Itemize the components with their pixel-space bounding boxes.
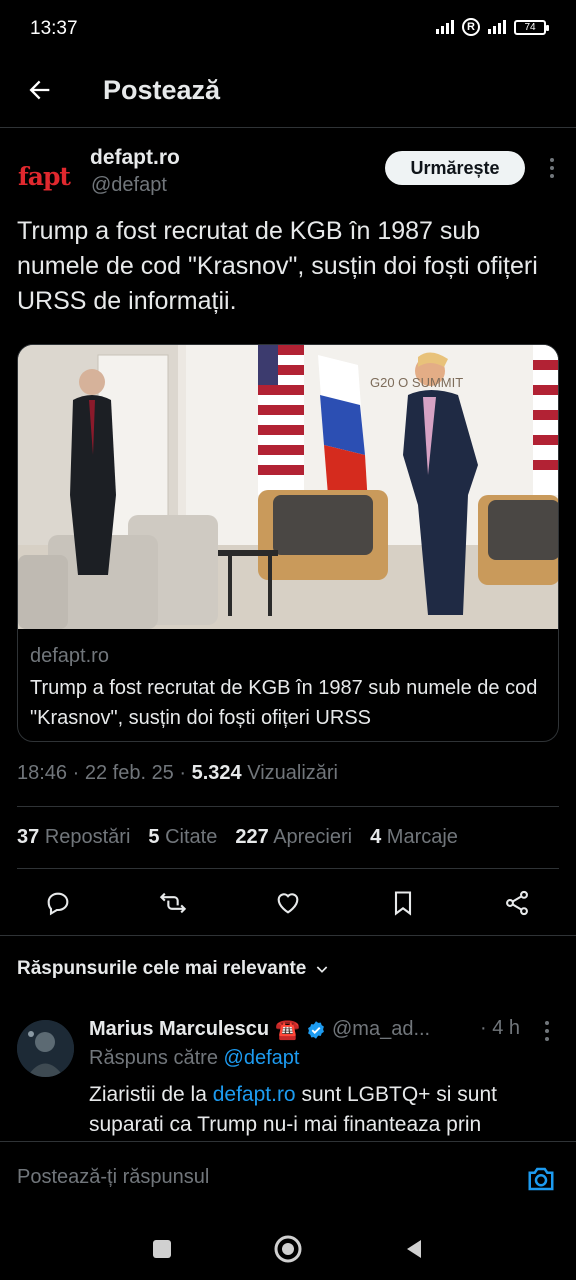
replies-sort-label: Răspunsurile cele mai relevante [17, 958, 307, 979]
share-icon [506, 890, 528, 916]
status-icons: R 74 [436, 18, 549, 36]
android-navbar [0, 1219, 576, 1280]
verified-badge-icon [308, 1020, 324, 1039]
reply-header: Marius Marculescu ☎️ @ma_ad... [89, 1017, 430, 1042]
tweet-meta: 18:46 · 22 feb. 25 · 5.324 Vizualizări [17, 762, 338, 784]
section-divider [0, 935, 576, 936]
author-logo: fapt [18, 161, 71, 191]
signal-icon [488, 20, 506, 34]
reply-composer: Postează-ți răspunsul [0, 1141, 576, 1219]
divider [17, 868, 559, 869]
link-card[interactable]: G20 O SUMMIT defapt.ro Trump a fost recr… [17, 344, 559, 742]
square-icon [153, 1240, 171, 1258]
like-icon [277, 893, 299, 914]
reply-text-link[interactable]: defapt.ro [213, 1083, 296, 1106]
divider [17, 806, 559, 807]
card-domain: defapt.ro [30, 645, 109, 667]
tweet-text: Trump a fost recrutat de KGB în 1987 sub… [17, 217, 538, 315]
arrow-left-icon [29, 80, 50, 100]
status-bar: 13:37 R 74 [0, 0, 576, 58]
repost-icon [159, 892, 187, 914]
reply-author-handle[interactable]: @ma_ad... [332, 1018, 430, 1041]
home-circle-icon [274, 1235, 302, 1263]
tweet-actions [0, 880, 576, 926]
reply-to-label: Răspuns către [89, 1047, 218, 1069]
author-handle[interactable]: @defapt [91, 174, 167, 197]
reply-button[interactable] [41, 886, 75, 920]
follow-button[interactable]: Urmărește [385, 151, 525, 185]
camera-icon [528, 1167, 554, 1191]
back-nav-button[interactable] [396, 1231, 432, 1267]
author-avatar[interactable]: fapt [16, 148, 72, 204]
reply-to-handle-link[interactable]: @defapt [224, 1047, 300, 1069]
more-options-icon[interactable] [550, 158, 554, 178]
bookmark-icon [394, 891, 412, 916]
card-image[interactable]: G20 O SUMMIT [18, 345, 558, 629]
reply-icon [47, 892, 69, 916]
card-title: Trump a fost recrutat de KGB în 1987 sub… [30, 677, 538, 729]
header: Postează [0, 58, 576, 128]
quotes-stat[interactable]: 5 Citate [148, 826, 217, 849]
triangle-back-icon [407, 1240, 421, 1258]
reply-more-options-icon[interactable] [545, 1021, 549, 1041]
likes-stat[interactable]: 227 Aprecieri [235, 826, 352, 849]
tweet-stats: 37 Repostări 5 Citate 227 Aprecieri 4 Ma… [17, 826, 458, 849]
tweet-time: 18:46 [17, 762, 68, 784]
status-time: 13:37 [30, 18, 78, 39]
camera-button[interactable] [524, 1162, 558, 1196]
author-name[interactable]: defapt.ro [90, 146, 180, 170]
reply-text: Ziaristii de la defapt.ro sunt LGBTQ+ si… [89, 1083, 497, 1136]
reply-time: · 4 h [480, 1017, 521, 1039]
repost-button[interactable] [156, 886, 190, 920]
views-label: Vizualizări [247, 762, 338, 784]
bookmark-button[interactable] [386, 886, 420, 920]
telephone-emoji: ☎️ [275, 1019, 300, 1041]
tweet-date: 22 feb. 25 [84, 762, 174, 784]
page-title: Postează [103, 75, 221, 105]
chevron-down-icon [317, 966, 328, 973]
home-button[interactable] [270, 1231, 306, 1267]
views-count: 5.324 [191, 762, 242, 784]
bookmarks-stat[interactable]: 4 Marcaje [370, 826, 458, 849]
reposts-stat[interactable]: 37 Repostări [17, 826, 130, 849]
share-button[interactable] [500, 886, 534, 920]
recents-button[interactable] [144, 1231, 180, 1267]
like-button[interactable] [271, 886, 305, 920]
registered-icon: R [462, 18, 480, 36]
back-button[interactable] [22, 72, 58, 108]
reply-avatar[interactable] [17, 1020, 74, 1077]
battery-level: 74 [524, 21, 536, 33]
reply-input[interactable]: Postează-ți răspunsul [17, 1166, 209, 1189]
battery-icon: 74 [514, 19, 549, 35]
card-image-text: G20 O SUMMIT [370, 375, 463, 390]
reply-author-name[interactable]: Marius Marculescu [89, 1018, 269, 1041]
reply-to-line: Răspuns către @defapt [89, 1047, 299, 1070]
signal-icon [436, 20, 454, 34]
replies-sort-button[interactable]: Răspunsurile cele mai relevante [17, 958, 330, 980]
